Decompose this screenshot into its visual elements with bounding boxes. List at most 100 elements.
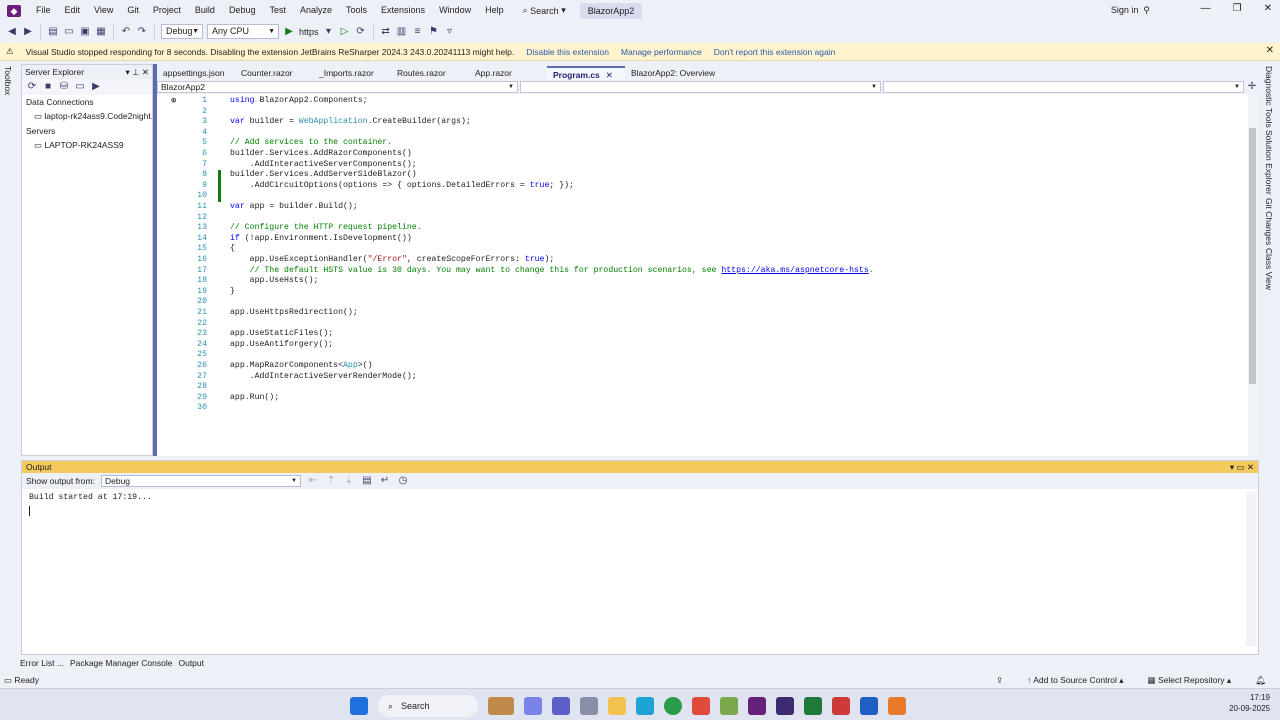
editor-tab[interactable]: Counter.razor bbox=[235, 66, 313, 80]
bell-icon[interactable]: 🔔︎ bbox=[1255, 675, 1266, 686]
notepad-plus-icon[interactable] bbox=[720, 697, 738, 715]
taskbar-search[interactable]: ⌕ Search bbox=[378, 695, 478, 717]
pin-icon[interactable]: ⊥ bbox=[132, 67, 139, 77]
tree-node[interactable]: ▭ LAPTOP-RK24ASS9 bbox=[22, 138, 152, 153]
manage-performance-link[interactable]: Manage performance bbox=[621, 47, 702, 57]
code-line[interactable]: .AddInteractiveServerRenderMode(); bbox=[230, 372, 417, 381]
browser-link-icon[interactable]: ⇄ bbox=[380, 26, 392, 38]
menu-file[interactable]: File bbox=[29, 0, 58, 21]
menu-analyze[interactable]: Analyze bbox=[293, 0, 339, 21]
project-select[interactable]: BlazorApp2 ▼ bbox=[157, 81, 518, 93]
tree-node[interactable]: Data Connections bbox=[22, 95, 152, 109]
editor-scroll-thumb[interactable] bbox=[1249, 128, 1256, 384]
word-wrap-icon[interactable]: ↵ bbox=[379, 475, 391, 487]
notifications-icon[interactable]: ⇪ bbox=[996, 675, 1003, 686]
chevron-down-icon[interactable]: ▾ bbox=[125, 67, 129, 77]
platform-select[interactable]: Any CPU ▼ bbox=[207, 24, 279, 39]
code-line[interactable]: } bbox=[230, 287, 235, 296]
next-message-icon[interactable]: ⇣ bbox=[343, 475, 355, 487]
file-explorer-icon[interactable] bbox=[608, 697, 626, 715]
clear-all-icon[interactable]: ▤ bbox=[361, 475, 373, 487]
toolbar-overflow-icon[interactable]: ▿ bbox=[444, 26, 456, 38]
toolbox-tab[interactable]: Toolbox bbox=[3, 66, 13, 95]
copilot-icon[interactable] bbox=[524, 697, 542, 715]
run-profile-button[interactable]: https bbox=[299, 27, 319, 37]
chevron-down-icon[interactable]: ▾ bbox=[1230, 462, 1234, 472]
code-line[interactable]: app.UseAntiforgery(); bbox=[230, 340, 333, 349]
menu-debug[interactable]: Debug bbox=[222, 0, 263, 21]
code-line[interactable]: app.Run(); bbox=[230, 393, 279, 402]
output-scrollbar[interactable] bbox=[1246, 491, 1257, 646]
anydesk-icon[interactable] bbox=[692, 697, 710, 715]
code-line[interactable]: var app = builder.Build(); bbox=[230, 202, 358, 211]
code-line[interactable]: // The default HSTS value is 30 days. Yo… bbox=[230, 266, 874, 275]
code-line[interactable]: app.UseHttpsRedirection(); bbox=[230, 308, 358, 317]
account-icon[interactable]: ⚲ bbox=[1143, 5, 1150, 15]
menu-view[interactable]: View bbox=[87, 0, 120, 21]
output-text[interactable]: Build started at 17:19... bbox=[22, 489, 1258, 506]
code-line[interactable]: // Add services to the container. bbox=[230, 138, 392, 147]
previous-message-icon[interactable]: ⇡ bbox=[325, 475, 337, 487]
menu-project[interactable]: Project bbox=[146, 0, 188, 21]
teams-icon[interactable] bbox=[552, 697, 570, 715]
menu-extensions[interactable]: Extensions bbox=[374, 0, 432, 21]
solution-explorer-tab[interactable]: Solution Explorer bbox=[1264, 130, 1274, 195]
layout-icon[interactable]: ▥ bbox=[396, 26, 408, 38]
menu-window[interactable]: Window bbox=[432, 0, 478, 21]
close-icon[interactable]: ✕ bbox=[1247, 462, 1254, 472]
chevron-down-icon[interactable]: ▾ bbox=[323, 26, 335, 38]
code-line[interactable]: using BlazorApp2.Components; bbox=[230, 96, 368, 105]
code-line[interactable]: if (!app.Environment.IsDevelopment()) bbox=[230, 234, 412, 243]
code-editor[interactable]: ⊕ 1 using BlazorApp2.Components; 2 3 var bui… bbox=[157, 94, 1248, 456]
menu-test[interactable]: Test bbox=[262, 0, 293, 21]
code-line[interactable]: app.UseExceptionHandler("/Error", create… bbox=[230, 255, 555, 264]
editor-tab[interactable]: appsettings.json bbox=[157, 66, 235, 80]
undo-icon[interactable]: ↶ bbox=[120, 26, 132, 38]
code-line[interactable]: app.MapRazorComponents<App>() bbox=[230, 361, 373, 370]
menu-tools[interactable]: Tools bbox=[339, 0, 374, 21]
windows-start-icon[interactable] bbox=[350, 697, 368, 715]
error-list-tab[interactable]: Error List ... bbox=[20, 658, 64, 668]
editor-tab[interactable]: App.razor bbox=[469, 66, 547, 80]
dont-report-link[interactable]: Don't report this extension again bbox=[714, 47, 836, 57]
connect-server-icon[interactable]: ▭ bbox=[74, 81, 86, 93]
disable-extension-link[interactable]: Disable this extension bbox=[526, 47, 609, 57]
app-icon[interactable] bbox=[832, 697, 850, 715]
close-icon[interactable]: ✕ bbox=[1264, 3, 1272, 14]
menu-edit[interactable]: Edit bbox=[58, 0, 88, 21]
maximize-icon[interactable]: ▭ bbox=[1236, 462, 1244, 472]
type-select[interactable]: ▼ bbox=[520, 81, 881, 93]
terminal-icon[interactable] bbox=[804, 697, 822, 715]
editor-tab[interactable]: Program.cs ✕ bbox=[547, 66, 625, 80]
save-icon[interactable]: ▣ bbox=[79, 26, 91, 38]
open-folder-icon[interactable]: ▭ bbox=[63, 26, 75, 38]
menu-build[interactable]: Build bbox=[188, 0, 222, 21]
close-tab-icon[interactable]: ✕ bbox=[606, 70, 613, 80]
menu-git[interactable]: Git bbox=[120, 0, 146, 21]
navigate-forward-icon[interactable]: ▶ bbox=[22, 26, 34, 38]
stop-icon[interactable]: ■ bbox=[42, 81, 54, 93]
package-manager-console-tab[interactable]: Package Manager Console bbox=[70, 658, 173, 668]
navigate-back-icon[interactable]: ◀ bbox=[6, 26, 18, 38]
diagnostic-tools-tab[interactable]: Diagnostic Tools bbox=[1264, 66, 1274, 128]
menu-help[interactable]: Help bbox=[478, 0, 511, 21]
chrome-icon[interactable] bbox=[664, 697, 682, 715]
bookmark-icon[interactable]: ⚑ bbox=[428, 26, 440, 38]
tree-node[interactable]: ▭ laptop-rk24ass9.Code2night.dbo bbox=[22, 109, 152, 124]
sql-management-icon[interactable] bbox=[776, 697, 794, 715]
code-line[interactable]: builder.Services.AddRazorComponents() bbox=[230, 149, 412, 158]
code-line[interactable]: app.UseStaticFiles(); bbox=[230, 329, 333, 338]
maximize-icon[interactable]: ❐ bbox=[1233, 3, 1242, 14]
find-message-icon[interactable]: ⇤ bbox=[307, 475, 319, 487]
comment-icon[interactable]: ≡ bbox=[412, 26, 424, 38]
signin-area[interactable]: Sign in ⚲ bbox=[1111, 5, 1150, 16]
redo-icon[interactable]: ↷ bbox=[136, 26, 148, 38]
code-line[interactable]: builder.Services.AddServerSideBlazor() bbox=[230, 170, 417, 179]
timestamp-icon[interactable]: ◷ bbox=[397, 475, 409, 487]
add-to-source-control-button[interactable]: ↑ Add to Source Control ▴ bbox=[1027, 675, 1123, 686]
recorder-icon[interactable] bbox=[888, 697, 906, 715]
refresh-icon[interactable]: ⟳ bbox=[26, 81, 38, 93]
class-view-tab[interactable]: Class View bbox=[1264, 248, 1274, 290]
output-tab[interactable]: Output bbox=[178, 658, 204, 668]
select-repository-button[interactable]: ▦ Select Repository ▴ bbox=[1148, 675, 1232, 686]
